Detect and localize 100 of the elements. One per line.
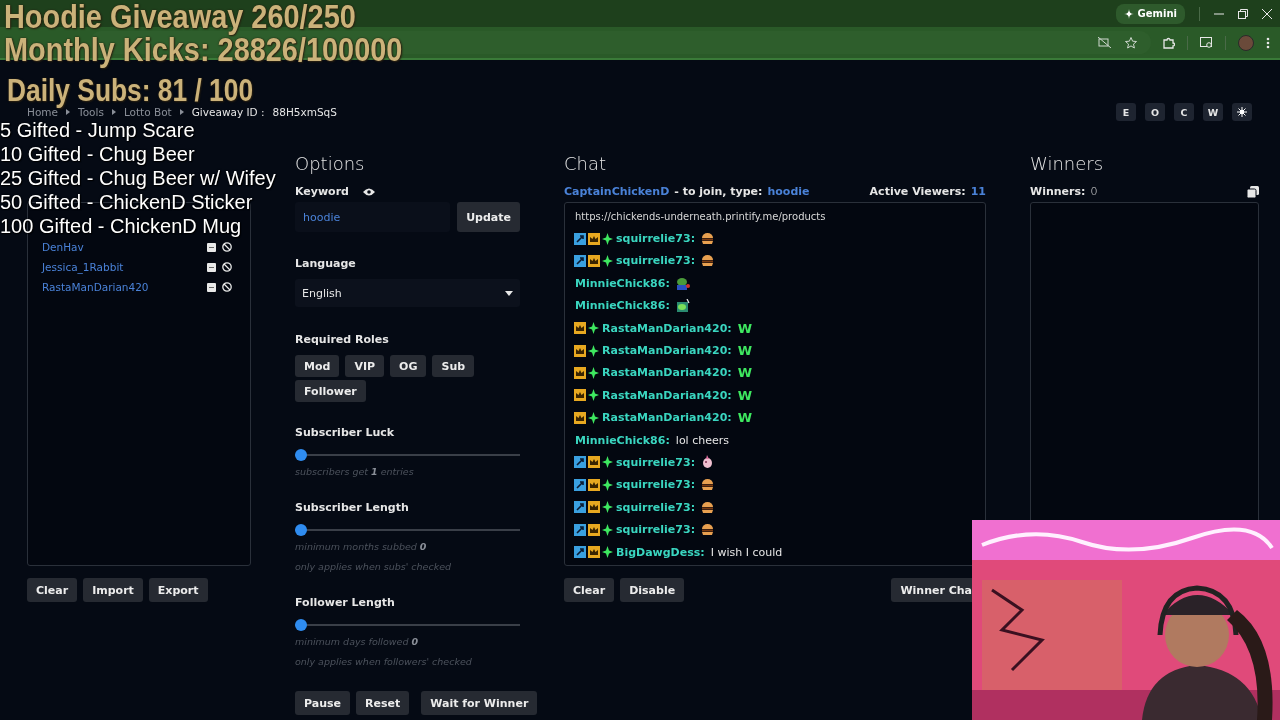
sword-badge-icon: [574, 523, 586, 536]
crown-badge-icon: [574, 322, 586, 335]
crown-badge-icon: [588, 232, 600, 245]
theme-button[interactable]: [1232, 103, 1252, 121]
chat-username: squirrelie73:: [616, 456, 696, 469]
slider-thumb[interactable]: [295, 524, 307, 536]
role-button[interactable]: Sub: [432, 355, 475, 377]
chat-heading: Chat: [564, 153, 608, 176]
ban-icon[interactable]: [222, 282, 232, 292]
control-button[interactable]: Pause: [295, 691, 351, 715]
language-label: Language: [295, 256, 357, 272]
reward-text: 100 Gifted - ChickenD Mug: [0, 214, 242, 238]
sword-badge-icon: [574, 501, 586, 514]
breadcrumb-link[interactable]: Tools: [78, 106, 104, 118]
copy-icon[interactable]: [1247, 185, 1259, 198]
breadcrumb-link[interactable]: Lotto Bot: [123, 106, 172, 118]
view-button[interactable]: O: [1145, 103, 1165, 121]
crown-badge-icon: [588, 546, 600, 559]
role-button[interactable]: Follower: [295, 380, 366, 402]
square-icon[interactable]: [207, 242, 216, 252]
sparkle-badge-icon: [588, 322, 599, 335]
sparkle-badge-icon: [588, 411, 599, 424]
winners-heading: Winners: [1030, 153, 1105, 176]
sparkle-badge-icon: [588, 389, 599, 402]
view-button[interactable]: C: [1174, 103, 1194, 121]
menu-icon[interactable]: [1266, 36, 1270, 49]
chat-message: lol cheers: [675, 433, 729, 447]
tab-search-icon[interactable]: [1200, 36, 1213, 49]
keyword-label: Keyword: [295, 185, 349, 198]
sword-badge-icon: [574, 254, 586, 267]
crown-badge-icon: [574, 411, 586, 424]
reward-text: 5 Gifted - Jump Scare: [0, 118, 195, 142]
sparkle-badge-icon: [602, 232, 613, 245]
sparkle-badge-icon: [602, 254, 613, 267]
entry-name[interactable]: DenHav: [42, 241, 207, 253]
close-icon[interactable]: [1262, 8, 1272, 19]
chat-button[interactable]: Clear: [564, 578, 615, 602]
language-select[interactable]: English: [295, 279, 520, 307]
sparkle-badge-icon: [588, 344, 599, 357]
entries-button[interactable]: Clear: [27, 578, 78, 602]
entry-name[interactable]: Jessica_1Rabbit: [42, 261, 207, 273]
update-button[interactable]: Update: [457, 202, 520, 232]
burger-icon: [701, 478, 715, 492]
chat-username: MinnieChick86:: [575, 433, 670, 447]
crown-badge-icon: [574, 344, 586, 357]
slider-thumb[interactable]: [295, 619, 307, 631]
sparkle-badge-icon: [602, 501, 613, 514]
reward-text: 25 Gifted - Chug Beer w/ Wifey: [0, 166, 276, 190]
giveaway-id: 88H5xmSqS: [272, 106, 337, 118]
burger-icon: [701, 254, 715, 268]
giveaway-id-label: Giveaway ID :: [191, 106, 265, 118]
entries-button[interactable]: Export: [148, 578, 208, 602]
winners-label: Winners:: [1030, 185, 1086, 198]
camera-off-icon[interactable]: [1098, 37, 1111, 48]
chat-button[interactable]: Disable: [620, 578, 685, 602]
chat-username: squirrelie73:: [616, 523, 696, 537]
eye-icon[interactable]: [363, 187, 375, 196]
chat-username: squirrelie73:: [616, 478, 696, 492]
slider-label: Subscriber Length: [295, 500, 410, 516]
control-button[interactable]: Reset: [356, 691, 410, 715]
sword-badge-icon: [574, 456, 586, 469]
chat-message: https://chickends-underneath.printify.me/products: [575, 210, 826, 222]
restore-icon[interactable]: [1238, 8, 1248, 19]
entries-button[interactable]: Import: [83, 578, 143, 602]
chat-message: I wish I could: [710, 545, 783, 559]
star-icon[interactable]: [1125, 36, 1137, 49]
square-icon[interactable]: [207, 282, 216, 292]
view-button[interactable]: E: [1116, 103, 1136, 121]
view-button[interactable]: W: [1203, 103, 1223, 121]
sparkle-badge-icon: [588, 366, 599, 379]
ban-icon[interactable]: [222, 242, 232, 252]
slider-thumb[interactable]: [295, 449, 307, 461]
crown-badge-icon: [588, 456, 600, 469]
crown-badge-icon: [574, 389, 586, 402]
role-button[interactable]: OG: [390, 355, 427, 377]
sword-badge-icon: [574, 546, 586, 559]
reward-text: 50 Gifted - ChickenD Sticker: [0, 190, 253, 214]
role-button[interactable]: Mod: [295, 355, 340, 377]
chevron-icon: [111, 109, 116, 115]
keyword-field[interactable]: hoodie: [295, 202, 451, 232]
role-button[interactable]: VIP: [345, 355, 385, 377]
ban-icon[interactable]: [222, 262, 232, 272]
crown-badge-icon: [588, 523, 600, 536]
winners-count: 0: [1090, 185, 1098, 198]
crown-badge-icon: [574, 366, 586, 379]
roles-label: Required Roles: [295, 332, 390, 348]
chevron-icon: [66, 109, 70, 115]
chat-username: squirrelie73:: [616, 500, 696, 514]
slider-hint: minimum months subbed 0: [295, 540, 427, 552]
square-icon[interactable]: [207, 262, 216, 272]
chat-username: BigDawgDess:: [616, 545, 705, 559]
control-button[interactable]: Wait for Winner: [421, 691, 538, 715]
crown-badge-icon: [588, 478, 600, 491]
chat-button[interactable]: Winner Cha: [891, 578, 972, 602]
slider-hint: only applies when subs' checked: [295, 560, 452, 572]
chat-username: RastaManDarian420:: [602, 344, 732, 358]
entry-name[interactable]: RastaManDarian420: [42, 281, 207, 293]
puzzle-icon[interactable]: [1163, 36, 1175, 49]
chat-username: MinnieChick86:: [575, 276, 670, 290]
gemini-button[interactable]: Gemini: [1115, 3, 1185, 24]
